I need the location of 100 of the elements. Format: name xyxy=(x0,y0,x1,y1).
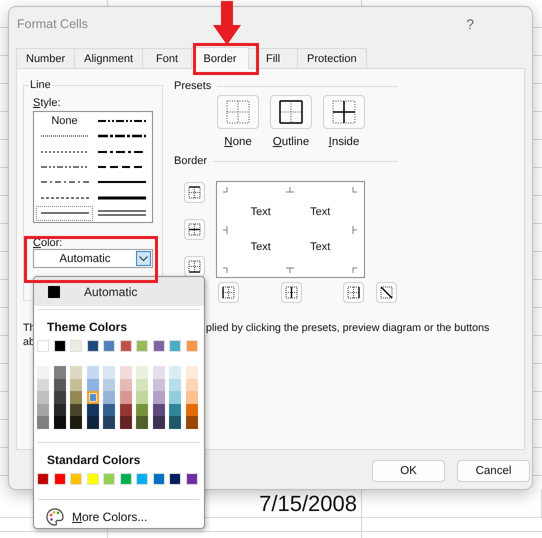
color-swatch[interactable] xyxy=(120,366,132,378)
color-swatch[interactable] xyxy=(103,366,115,378)
color-swatch[interactable] xyxy=(120,416,132,428)
border-button[interactable] xyxy=(218,282,239,303)
tab[interactable]: Number xyxy=(16,48,76,68)
line-style-option[interactable] xyxy=(36,206,93,221)
more-colors-option[interactable]: More Colors... xyxy=(34,506,204,528)
color-swatch[interactable] xyxy=(169,340,181,352)
color-swatch[interactable] xyxy=(86,378,98,391)
color-swatch[interactable] xyxy=(86,340,98,352)
color-swatch[interactable] xyxy=(136,472,148,484)
color-dropdown[interactable]: Automatic xyxy=(33,249,153,268)
line-sample-icon xyxy=(98,118,146,124)
color-swatch[interactable] xyxy=(37,366,49,378)
color-swatch[interactable] xyxy=(37,378,49,391)
color-swatch[interactable] xyxy=(169,366,181,378)
color-swatch[interactable] xyxy=(152,340,164,352)
color-swatch[interactable] xyxy=(169,472,181,484)
preset-button[interactable] xyxy=(270,95,312,129)
color-swatch[interactable] xyxy=(37,416,49,428)
color-swatch[interactable] xyxy=(120,404,132,416)
color-swatch[interactable] xyxy=(37,391,49,404)
color-swatch[interactable] xyxy=(120,391,132,404)
color-swatch[interactable] xyxy=(103,472,115,484)
line-sample-icon xyxy=(98,133,146,140)
ok-button[interactable]: OK xyxy=(372,460,445,482)
window-title: Format Cells xyxy=(17,17,88,31)
color-swatch[interactable] xyxy=(54,416,66,428)
color-swatch[interactable] xyxy=(136,366,148,378)
help-button[interactable]: ? xyxy=(466,16,474,32)
color-swatch[interactable] xyxy=(152,472,164,484)
color-swatch[interactable] xyxy=(54,472,66,484)
color-swatch[interactable] xyxy=(70,340,82,352)
color-swatch[interactable] xyxy=(169,391,181,404)
color-swatch[interactable] xyxy=(70,378,82,391)
color-swatch[interactable] xyxy=(120,472,132,484)
border-left-icon xyxy=(221,285,236,300)
border-center-icon xyxy=(284,285,299,300)
color-swatch[interactable] xyxy=(186,391,198,404)
color-swatch[interactable] xyxy=(152,404,164,416)
border-button[interactable] xyxy=(281,282,302,303)
color-swatch[interactable] xyxy=(120,340,132,352)
color-swatch[interactable] xyxy=(186,416,198,428)
color-swatch[interactable] xyxy=(70,366,82,378)
group-title: Line xyxy=(29,79,52,91)
color-swatch[interactable] xyxy=(86,416,98,428)
color-swatch[interactable] xyxy=(103,340,115,352)
color-swatch[interactable] xyxy=(54,378,66,391)
color-swatch[interactable] xyxy=(186,404,198,416)
color-swatch[interactable] xyxy=(136,391,148,404)
preset-button[interactable] xyxy=(323,95,365,129)
tab[interactable]: Border xyxy=(191,47,250,69)
border-button[interactable] xyxy=(184,256,205,277)
color-swatch[interactable] xyxy=(86,391,98,404)
cancel-button[interactable]: Cancel xyxy=(457,460,530,482)
color-swatch[interactable] xyxy=(86,404,98,416)
color-swatch[interactable] xyxy=(120,378,132,391)
color-swatch[interactable] xyxy=(54,404,66,416)
automatic-option[interactable]: Automatic xyxy=(34,277,204,306)
color-swatch[interactable] xyxy=(169,378,181,391)
color-swatch[interactable] xyxy=(70,404,82,416)
border-button[interactable] xyxy=(184,219,205,240)
color-swatch[interactable] xyxy=(103,391,115,404)
preview-text: Text xyxy=(310,241,330,254)
color-swatch[interactable] xyxy=(169,416,181,428)
color-swatch[interactable] xyxy=(103,404,115,416)
color-swatch[interactable] xyxy=(136,416,148,428)
color-swatch[interactable] xyxy=(70,391,82,404)
color-swatch[interactable] xyxy=(54,366,66,378)
color-swatch[interactable] xyxy=(152,366,164,378)
color-swatch[interactable] xyxy=(186,340,198,352)
color-swatch[interactable] xyxy=(86,366,98,378)
color-swatch[interactable] xyxy=(54,391,66,404)
border-button[interactable] xyxy=(376,282,397,303)
border-button[interactable] xyxy=(343,282,364,303)
tab[interactable]: Protection xyxy=(297,48,367,68)
color-swatch[interactable] xyxy=(152,378,164,391)
color-swatch[interactable] xyxy=(103,378,115,391)
color-swatch[interactable] xyxy=(186,472,198,484)
color-swatch[interactable] xyxy=(136,340,148,352)
color-swatch[interactable] xyxy=(103,416,115,428)
preset-button[interactable] xyxy=(217,95,259,129)
color-swatch[interactable] xyxy=(136,404,148,416)
color-swatch[interactable] xyxy=(152,416,164,428)
color-swatch[interactable] xyxy=(37,340,49,352)
color-swatch[interactable] xyxy=(70,416,82,428)
color-swatch[interactable] xyxy=(70,472,82,484)
color-swatch[interactable] xyxy=(86,472,98,484)
color-swatch[interactable] xyxy=(37,472,49,484)
color-swatch[interactable] xyxy=(54,340,66,352)
line-style-option[interactable]: None xyxy=(36,113,93,128)
color-swatch[interactable] xyxy=(169,404,181,416)
color-swatch[interactable] xyxy=(152,391,164,404)
border-button[interactable] xyxy=(184,182,205,203)
color-swatch[interactable] xyxy=(186,378,198,391)
border-middle-icon xyxy=(187,222,202,237)
border-preview[interactable]: Text Text Text Text xyxy=(216,181,365,278)
color-swatch[interactable] xyxy=(186,366,198,378)
color-swatch[interactable] xyxy=(136,378,148,391)
color-swatch[interactable] xyxy=(37,404,49,416)
